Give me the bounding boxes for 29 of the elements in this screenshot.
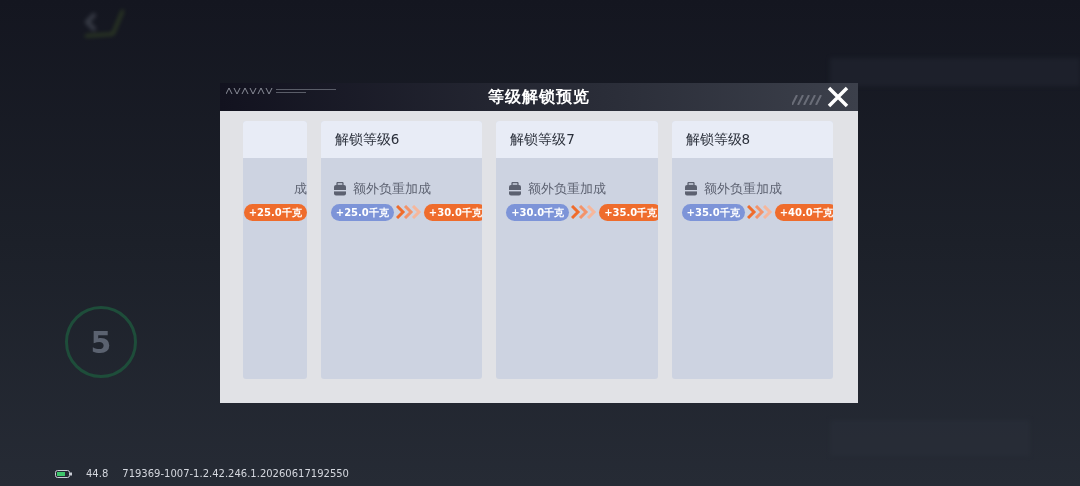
next-value: +40.0千克	[774, 203, 833, 221]
bonus-label: 额外负重加成	[528, 180, 607, 198]
current-value: +30.0千克	[506, 203, 570, 221]
build-version: 719369-1007-1.2.42.246.1.20260617192550	[122, 467, 349, 481]
current-value: +35.0千克	[681, 203, 745, 221]
next-value: +30.0千克	[423, 203, 483, 221]
next-value: +35.0千克	[599, 203, 658, 221]
next-value: +25.0千克	[243, 203, 307, 221]
chevrons-icon	[746, 205, 773, 220]
status-value: 44.8	[86, 467, 109, 481]
bonus-label: 额外负重加成	[703, 180, 782, 198]
level-ring: 5	[65, 306, 137, 378]
dialog-title: 等级解锁预览	[488, 86, 590, 108]
backpack-icon	[683, 182, 698, 197]
bonus-label: 额外负重加成	[352, 180, 431, 198]
chevrons-icon	[571, 205, 598, 220]
chevrons-icon	[395, 205, 422, 220]
backpack-icon	[332, 182, 347, 197]
card-title: 解锁等级8	[671, 121, 833, 158]
bonus-label: 成	[292, 180, 307, 198]
card-header	[243, 121, 307, 158]
battery-icon	[55, 469, 72, 478]
close-button[interactable]	[826, 85, 850, 109]
card-title: 解锁等级6	[320, 121, 483, 158]
stripes-icon	[792, 95, 824, 105]
decoration-icon	[226, 87, 336, 95]
current-value: +25.0千克	[330, 203, 394, 221]
backpack-icon	[508, 182, 523, 197]
card-title: 解锁等级7	[496, 121, 658, 158]
